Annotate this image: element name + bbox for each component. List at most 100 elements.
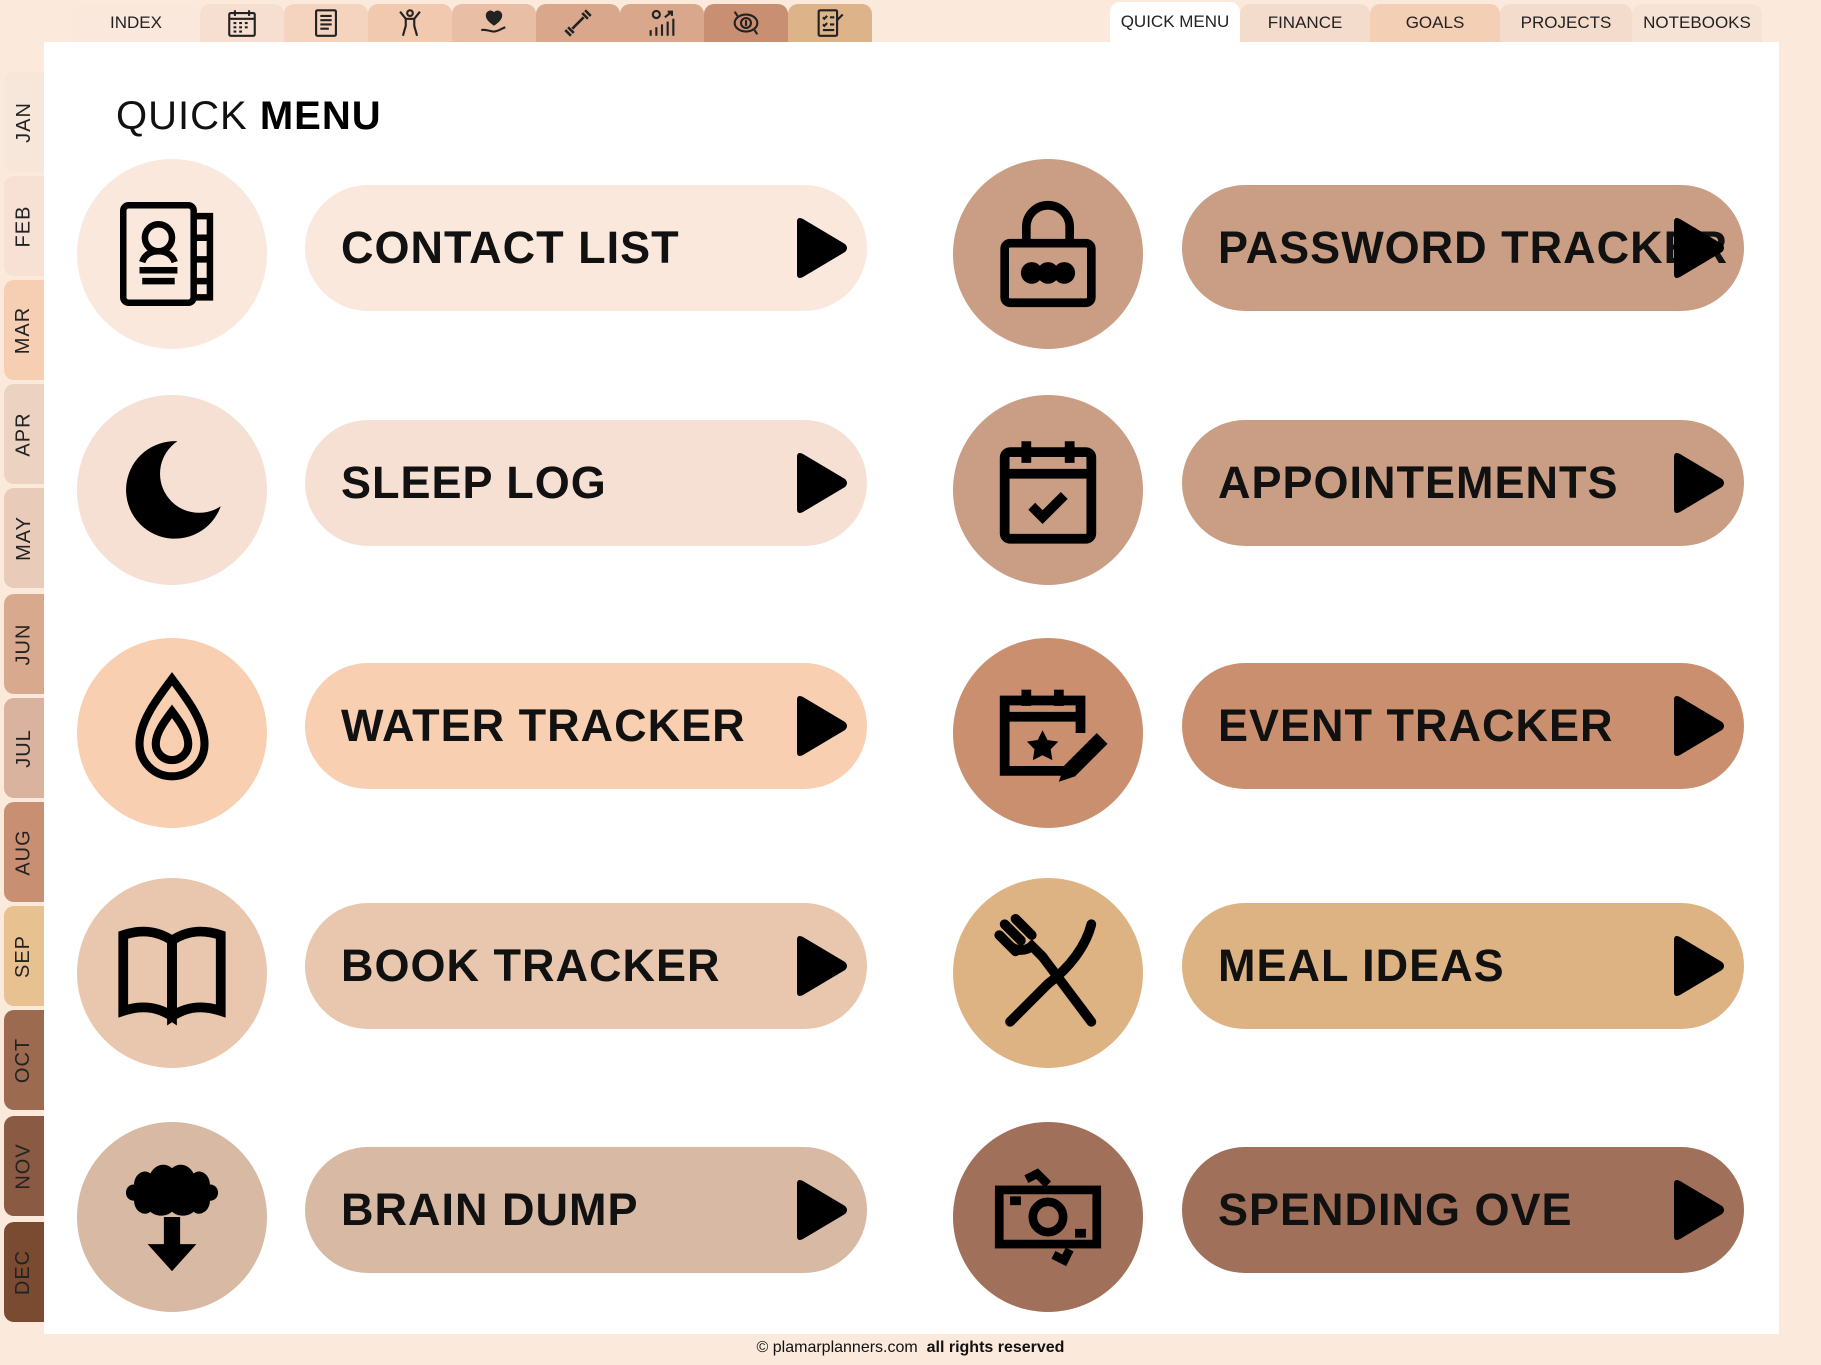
tab-index[interactable]: INDEX (72, 4, 200, 42)
fitness-person-icon (399, 9, 421, 37)
tab-workout[interactable] (536, 4, 620, 42)
meal-ideas-button[interactable]: MEAL IDEAS (1182, 903, 1744, 1029)
meal-ideas-label: MEAL IDEAS (1218, 940, 1505, 991)
month-tab-label: NOV (12, 1142, 35, 1190)
tab-goals-label: GOALS (1405, 13, 1465, 32)
appointements-button[interactable]: APPOINTEMENTS (1182, 420, 1744, 546)
month-tab-nov[interactable]: NOV (4, 1116, 44, 1216)
page-title: QUICK MENU (116, 94, 382, 139)
event-tracker-button[interactable]: EVENT TRACKER (1182, 663, 1744, 789)
month-tab-oct[interactable]: OCT (4, 1010, 44, 1110)
padlock-icon (1000, 200, 1096, 308)
contact-book-icon (120, 202, 214, 306)
footer-rights: all rights reserved (926, 1339, 1065, 1356)
meal-ideas-circle[interactable] (953, 878, 1143, 1068)
tab-quick-menu[interactable]: QUICK MENU (1110, 2, 1240, 42)
month-tab-label: AUG (12, 828, 35, 876)
cash-icon (994, 1168, 1102, 1267)
play-arrow-icon (1674, 453, 1724, 513)
month-tab-may[interactable]: MAY (4, 488, 44, 588)
spending-label: SPENDING OVE (1218, 1184, 1573, 1235)
month-tab-label: JUN (12, 623, 35, 665)
page-title-light: QUICK (116, 94, 248, 138)
event-tracker-circle[interactable] (953, 638, 1143, 828)
event-tracker-label: EVENT TRACKER (1218, 700, 1614, 751)
brain-download-icon (125, 1164, 219, 1272)
contact-list-button[interactable]: CONTACT LIST (305, 185, 867, 311)
water-tracker-circle[interactable] (77, 638, 267, 828)
brain-dump-button[interactable]: BRAIN DUMP (305, 1147, 867, 1273)
tab-notebook[interactable] (284, 4, 368, 42)
month-tab-jun[interactable]: JUN (4, 594, 44, 694)
month-tab-sep[interactable]: SEP (4, 906, 44, 1006)
footer-site: © plamarplanners.com (756, 1339, 918, 1356)
month-tab-apr[interactable]: APR (4, 384, 44, 484)
month-tab-label: MAY (12, 515, 35, 561)
tab-calendar[interactable] (200, 4, 284, 42)
sleep-log-label: SLEEP LOG (341, 457, 607, 508)
month-tab-label: OCT (12, 1037, 35, 1083)
book-tracker-button[interactable]: BOOK TRACKER (305, 903, 867, 1029)
month-tab-label: APR (12, 411, 35, 457)
month-tab-aug[interactable]: AUG (4, 802, 44, 902)
contact-list-label: CONTACT LIST (341, 222, 680, 273)
tab-projects[interactable]: PROJECTS (1500, 4, 1632, 42)
spending-button[interactable]: SPENDING OVE (1182, 1147, 1744, 1273)
play-arrow-icon (797, 936, 847, 996)
month-tab-label: DEC (12, 1249, 35, 1295)
month-tab-dec[interactable]: DEC (4, 1222, 44, 1322)
tab-notebooks-label: NOTEBOOKS (1643, 13, 1751, 32)
moon-icon (126, 441, 221, 539)
sleep-log-button[interactable]: SLEEP LOG (305, 420, 867, 546)
play-arrow-icon (1674, 218, 1724, 278)
book-tracker-circle[interactable] (77, 878, 267, 1068)
water-drop-icon (135, 672, 209, 781)
play-arrow-icon (1674, 1180, 1724, 1240)
brain-dump-circle[interactable] (77, 1122, 267, 1312)
spending-circle[interactable] (953, 1122, 1143, 1312)
month-tab-label: FEB (12, 205, 35, 247)
play-arrow-icon (797, 218, 847, 278)
tab-growth[interactable] (620, 4, 704, 42)
checklist-icon (817, 9, 844, 37)
play-arrow-icon (797, 696, 847, 756)
footer: © plamarplanners.com all rights reserved (0, 1339, 1821, 1357)
tab-money[interactable] (704, 4, 788, 42)
calendar-check-icon (999, 441, 1097, 544)
money-cycle-icon (733, 11, 759, 35)
month-tab-jul[interactable]: JUL (4, 698, 44, 798)
tab-goals[interactable]: GOALS (1370, 4, 1500, 42)
play-arrow-icon (797, 453, 847, 513)
tab-finance[interactable]: FINANCE (1240, 4, 1370, 42)
month-tab-label: JAN (12, 101, 35, 143)
password-tracker-label: PASSWORD TRACKER (1218, 222, 1729, 273)
play-arrow-icon (797, 1180, 847, 1240)
tab-fitness[interactable] (368, 4, 452, 42)
password-tracker-button[interactable]: PASSWORD TRACKER (1182, 185, 1744, 311)
calendar-icon (228, 10, 256, 37)
dumbbell-icon (564, 9, 592, 37)
sleep-log-circle[interactable] (77, 395, 267, 585)
month-tab-label: SEP (12, 934, 35, 978)
contact-list-circle[interactable] (77, 159, 267, 349)
appointements-circle[interactable] (953, 395, 1143, 585)
password-tracker-circle[interactable] (953, 159, 1143, 349)
appointements-label: APPOINTEMENTS (1218, 457, 1619, 508)
month-tab-label: MAR (12, 306, 35, 354)
month-tab-feb[interactable]: FEB (4, 176, 44, 276)
brain-dump-label: BRAIN DUMP (341, 1184, 639, 1235)
growth-chart-icon (649, 9, 675, 36)
open-book-icon (118, 926, 226, 1026)
month-tab-mar[interactable]: MAR (4, 280, 44, 380)
tab-checklist[interactable] (788, 4, 872, 42)
month-tab-label: JUL (12, 728, 35, 768)
tab-notebooks[interactable]: NOTEBOOKS (1632, 4, 1762, 42)
heart-hand-icon (480, 10, 506, 33)
tab-finance-label: FINANCE (1267, 13, 1343, 32)
calendar-star-edit-icon (999, 689, 1108, 782)
water-tracker-label: WATER TRACKER (341, 700, 746, 751)
water-tracker-button[interactable]: WATER TRACKER (305, 663, 867, 789)
book-tracker-label: BOOK TRACKER (341, 940, 721, 991)
month-tab-jan[interactable]: JAN (4, 72, 44, 172)
tab-selfcare[interactable] (452, 4, 536, 42)
